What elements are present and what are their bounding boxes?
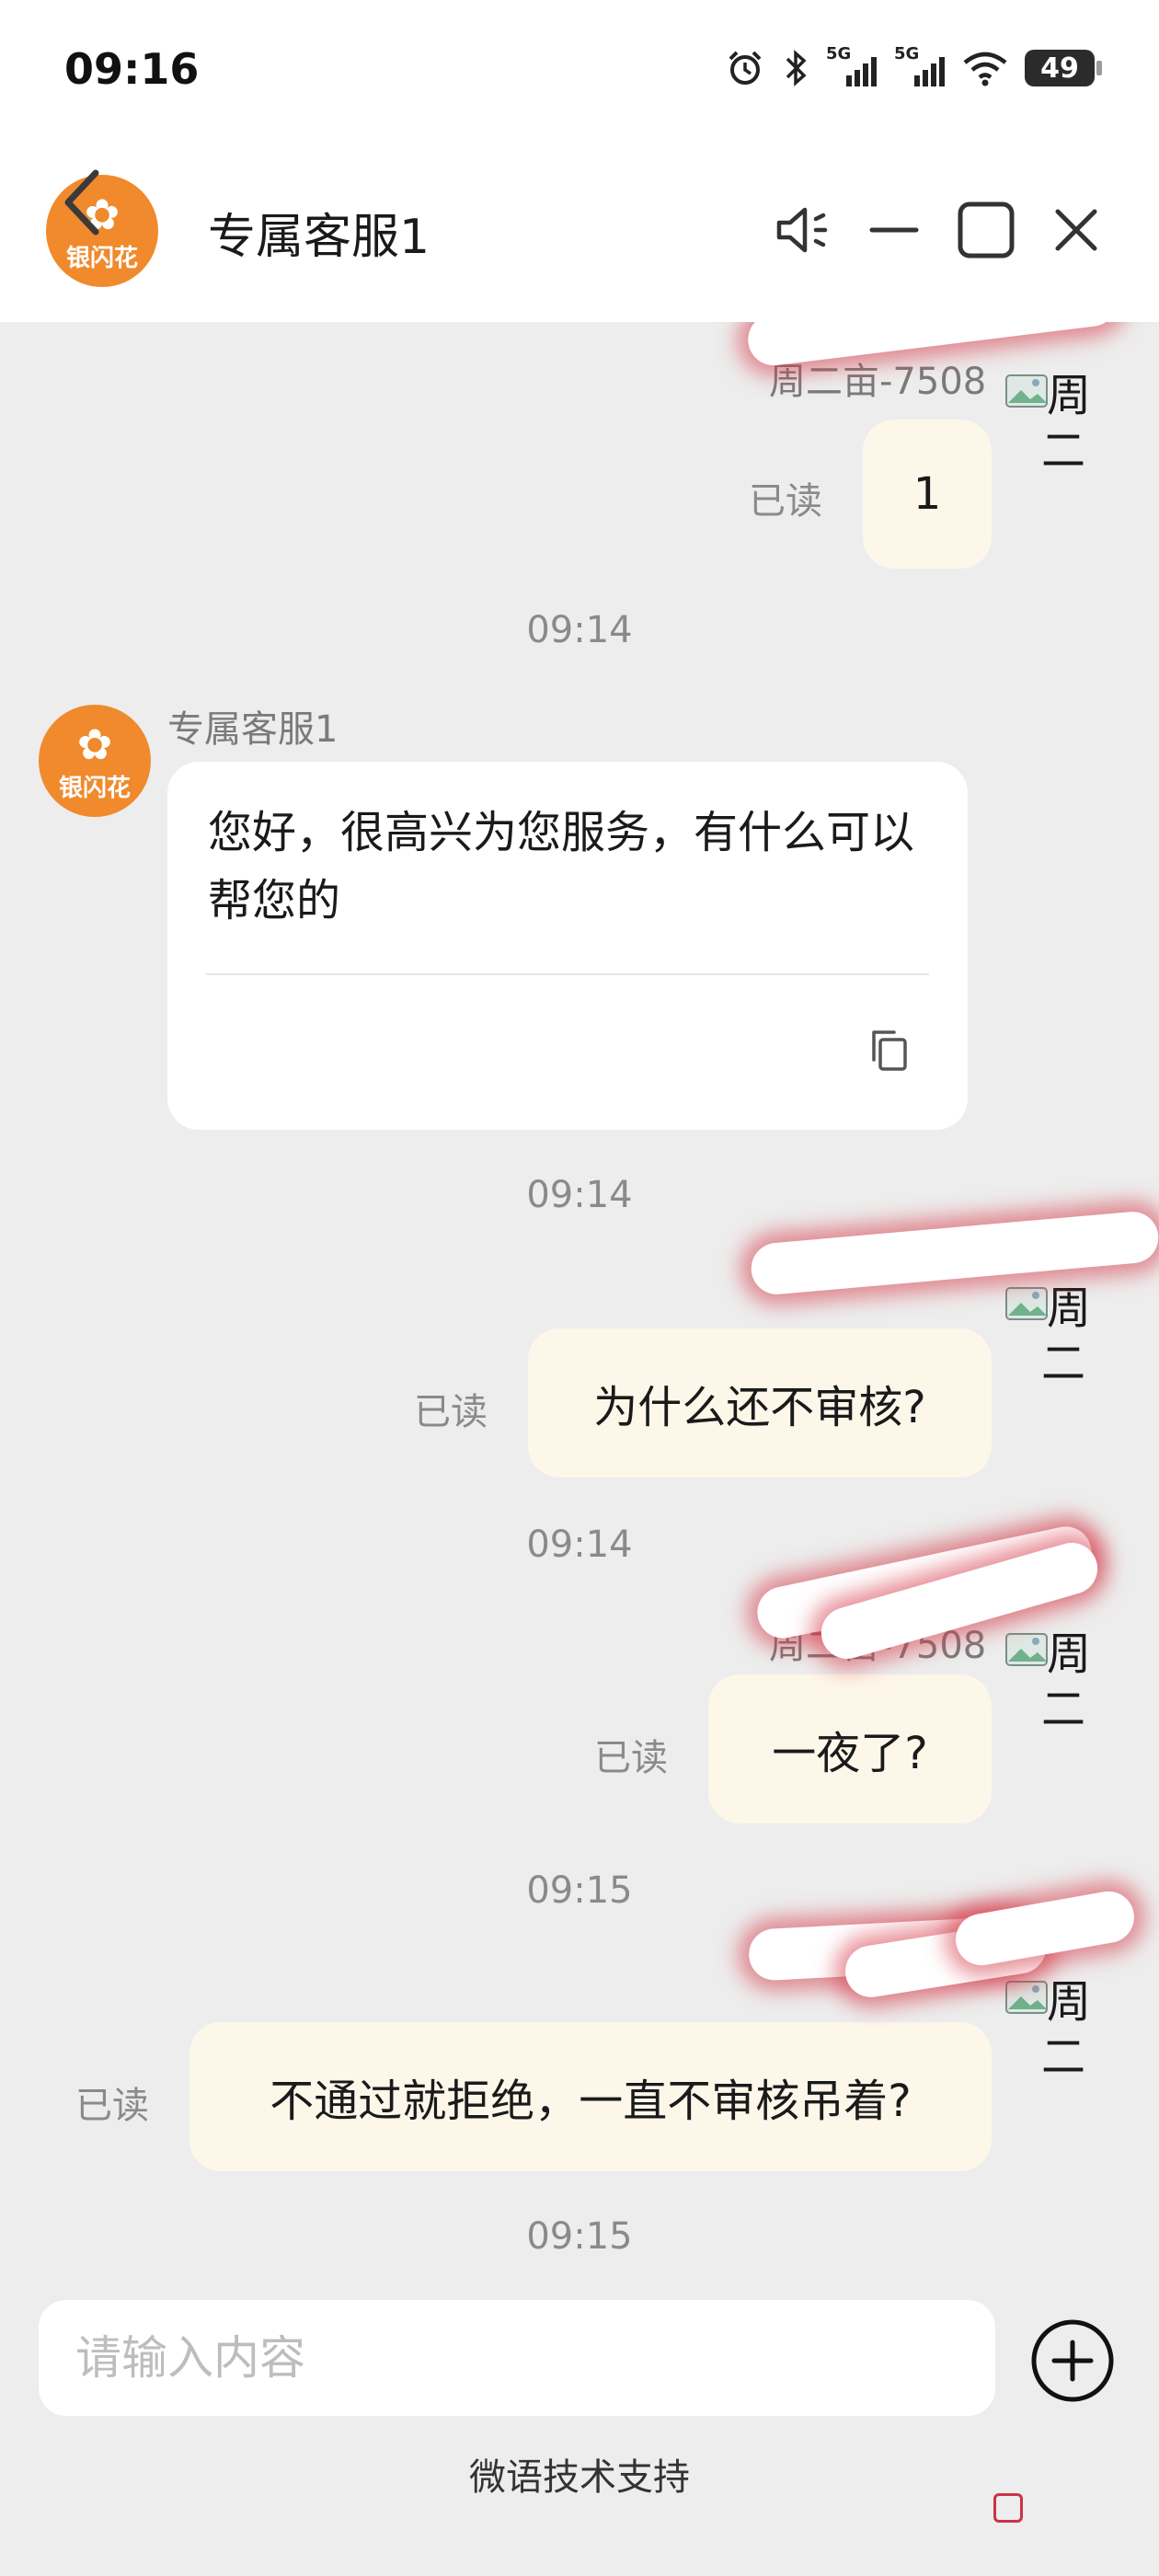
user-avatar: 周 二 — [1004, 1965, 1106, 2083]
broken-image-icon — [1005, 1287, 1048, 1320]
composer-area: 微语技术支持 — [0, 2282, 1159, 2576]
message-text: 您好，很高兴为您服务，有什么可以帮您的 — [208, 807, 915, 927]
broken-image-icon — [1005, 1633, 1048, 1666]
message-input-box[interactable] — [39, 2300, 995, 2416]
signal-5g-1: 5G — [826, 44, 878, 88]
timestamp: 09:14 — [526, 609, 633, 651]
chat-header: ✿ 银闪花 专属客服1 — [0, 156, 1159, 322]
tech-support-text: 微语技术支持 — [469, 2456, 690, 2499]
user-avatar: 周 二 — [1004, 1617, 1106, 1735]
status-time: 09:16 — [64, 44, 200, 94]
bluetooth-icon — [786, 50, 807, 86]
speaker-icon — [776, 207, 828, 253]
read-status: 已读 — [594, 1737, 668, 1779]
read-status: 已读 — [414, 1391, 488, 1433]
close-icon — [1055, 209, 1097, 251]
agent-message-avatar: ✿ 银闪花 — [39, 705, 151, 817]
agent-name: 专属客服1 — [167, 708, 339, 751]
read-status: 已读 — [749, 480, 822, 523]
minimize-button[interactable] — [857, 193, 931, 267]
message-input[interactable] — [75, 2300, 958, 2416]
copy-icon[interactable] — [866, 1029, 911, 1073]
alarm-icon — [729, 51, 762, 85]
battery-level: 49 — [1040, 52, 1079, 85]
read-status: 已读 — [75, 2085, 149, 2127]
chat-area[interactable]: 周二亩-7508 周 二 已读 1 09:14 ✿ 银闪花 专属客服1 您好，很… — [0, 322, 1159, 2282]
bubble-divider — [206, 973, 929, 975]
square-icon — [958, 201, 1015, 259]
signal-bars-icon — [914, 57, 945, 86]
timestamp: 09:14 — [526, 1174, 633, 1216]
message-bubble-outgoing[interactable]: 1 — [863, 420, 992, 569]
timestamp: 09:15 — [526, 2215, 633, 2258]
message-bubble-incoming[interactable]: 您好，很高兴为您服务，有什么可以帮您的 — [167, 762, 968, 1130]
broken-image-icon — [1005, 1981, 1048, 2014]
broken-image-icon — [1005, 374, 1048, 408]
plus-circle-icon[interactable] — [1028, 2317, 1117, 2405]
close-button[interactable] — [1039, 193, 1113, 267]
user-avatar: 周 二 — [1004, 359, 1106, 477]
flower-logo-icon: ✿ — [76, 719, 113, 769]
status-icons: 5G 5G 49 — [725, 44, 1102, 88]
message-bubble-outgoing[interactable]: 不通过就拒绝，一直不审核吊着? — [189, 2022, 992, 2171]
chat-title: 专属客服1 — [208, 210, 430, 265]
wifi-icon — [963, 52, 1007, 86]
watermark-icon — [993, 2493, 1023, 2523]
volume-button[interactable] — [768, 193, 842, 267]
timestamp: 09:15 — [526, 1869, 633, 1912]
battery-indicator: 49 — [1025, 50, 1102, 86]
watermark-logo — [993, 2493, 1023, 2523]
maximize-button[interactable] — [949, 193, 1023, 267]
message-bubble-outgoing[interactable]: 一夜了? — [708, 1674, 992, 1823]
signal-5g-2: 5G — [894, 44, 946, 88]
status-bar: 09:16 5G 5G 49 — [0, 0, 1159, 156]
minimize-icon — [869, 227, 919, 233]
back-button[interactable] — [55, 166, 110, 248]
signal-bars-icon — [846, 57, 877, 86]
message-bubble-outgoing[interactable]: 为什么还不审核? — [528, 1328, 992, 1478]
user-avatar: 周 二 — [1004, 1271, 1106, 1389]
